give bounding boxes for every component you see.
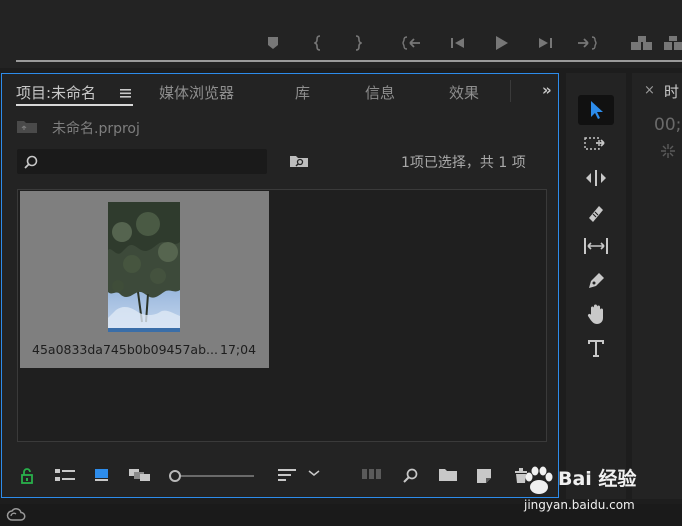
zoom-slider-knob[interactable] xyxy=(169,470,181,482)
tab-separator xyxy=(510,80,511,102)
tools-panel xyxy=(566,73,626,499)
extract-icon[interactable] xyxy=(662,34,682,52)
selection-tool[interactable] xyxy=(578,95,614,125)
clip-duration: 17;04 xyxy=(220,342,257,357)
creative-cloud-icon[interactable] xyxy=(6,507,26,526)
tab-overflow-button[interactable]: » xyxy=(542,81,552,99)
zoom-slider-track[interactable] xyxy=(178,475,254,477)
tab-project[interactable]: 项目:未命名 xyxy=(16,82,96,103)
new-search-bin-icon[interactable] xyxy=(289,153,309,172)
tab-media-browser[interactable]: 媒体浏览器 xyxy=(159,82,234,103)
panel-tabs: 项目:未命名 媒体浏览器 库 信息 效果 » xyxy=(2,74,558,106)
lock-icon[interactable] xyxy=(20,468,34,484)
hand-icon xyxy=(587,304,603,324)
razor-icon xyxy=(589,206,603,222)
clip-usage-bar xyxy=(108,328,180,332)
automate-to-sequence-icon[interactable] xyxy=(362,468,382,480)
mark-out-icon[interactable] xyxy=(346,34,368,52)
arrow-pointer-icon xyxy=(591,101,603,119)
program-monitor-controls xyxy=(0,0,682,68)
list-view-icon[interactable] xyxy=(54,468,76,482)
slip-icon xyxy=(584,238,608,254)
hand-tool[interactable] xyxy=(578,299,614,329)
tab-effects[interactable]: 效果 xyxy=(449,82,479,103)
clip-thumbnail xyxy=(108,202,180,330)
close-icon[interactable]: × xyxy=(644,83,655,98)
chevron-down-icon[interactable] xyxy=(308,468,320,478)
mark-in-icon[interactable] xyxy=(308,34,330,52)
clip-name: 45a0833da745b0b09457ab... xyxy=(32,342,218,357)
tab-info[interactable]: 信息 xyxy=(365,82,395,103)
project-path: 未命名.prproj xyxy=(16,118,140,138)
go-to-out-icon[interactable] xyxy=(576,34,598,52)
tab-libraries[interactable]: 库 xyxy=(295,82,310,103)
ripple-edit-icon xyxy=(586,170,606,186)
type-icon xyxy=(588,340,604,357)
timeline-panel: × 时 00; xyxy=(632,73,682,499)
project-items-grid: 45a0833da745b0b09457ab... 17;04 xyxy=(17,189,547,442)
ripple-edit-tool[interactable] xyxy=(578,163,614,193)
slip-tool[interactable] xyxy=(578,231,614,261)
pen-tool[interactable] xyxy=(578,265,614,295)
razor-tool[interactable] xyxy=(578,197,614,227)
baidu-paw-icon xyxy=(525,466,553,494)
type-tool[interactable] xyxy=(578,333,614,363)
new-item-icon[interactable] xyxy=(476,468,492,484)
play-icon[interactable] xyxy=(490,34,512,52)
snap-icon[interactable] xyxy=(660,143,676,163)
lift-icon[interactable] xyxy=(630,34,652,52)
panel-menu-icon[interactable] xyxy=(120,84,132,103)
search-input[interactable] xyxy=(17,149,267,174)
freeform-view-icon[interactable] xyxy=(128,468,152,482)
step-back-icon[interactable] xyxy=(447,34,469,52)
selection-info: 1项已选择，共 1 项 xyxy=(401,155,526,171)
marker-icon[interactable] xyxy=(262,34,284,52)
active-tab-indicator xyxy=(16,104,133,106)
sort-icon[interactable] xyxy=(278,468,298,482)
timeline-tab-title[interactable]: 时 xyxy=(664,81,679,102)
watermark-url: jingyan.baidu.com xyxy=(524,498,635,512)
clip-card[interactable]: 45a0833da745b0b09457ab... 17;04 xyxy=(20,191,269,368)
new-bin-icon[interactable] xyxy=(438,468,458,482)
project-panel-footer xyxy=(2,462,558,492)
project-panel: 项目:未命名 媒体浏览器 库 信息 效果 » 未命名.prproj 1项已选择，… xyxy=(1,73,559,498)
watermark-title: Bai 经验 xyxy=(558,468,637,490)
folder-up-icon[interactable] xyxy=(16,118,38,138)
pen-icon xyxy=(589,273,604,288)
timeline-ruler-line xyxy=(16,60,682,62)
track-select-tool[interactable] xyxy=(578,129,614,159)
go-to-in-icon[interactable] xyxy=(402,34,424,52)
step-forward-icon[interactable] xyxy=(534,34,556,52)
track-select-icon xyxy=(584,137,605,150)
project-file-name: 未命名.prproj xyxy=(52,121,140,137)
find-icon[interactable] xyxy=(402,468,418,484)
timecode-display[interactable]: 00; xyxy=(654,115,681,135)
watermark: Bai 经验 jingyan.baidu.com xyxy=(520,462,680,522)
icon-view-icon[interactable] xyxy=(94,468,110,482)
search-icon xyxy=(24,154,38,173)
